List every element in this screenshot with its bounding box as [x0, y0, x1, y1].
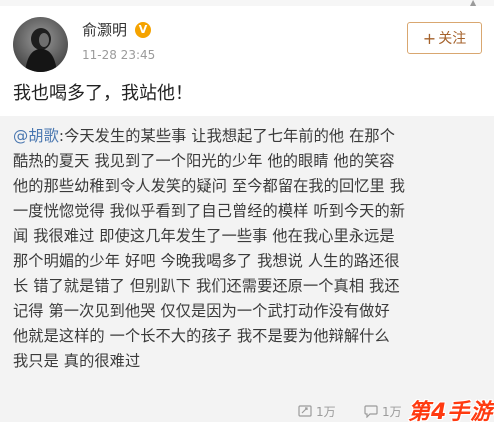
watermark-logo: 第4手游 [408, 400, 494, 425]
repost-count: 1万 [316, 405, 336, 419]
post-text: 我也喝多了，我站他！ [13, 83, 193, 104]
follow-button[interactable]: + 关注 [407, 22, 482, 54]
quoted-post-text: @胡歌:今天发生的某些事 让我想起了七年前的他 在那个 酷热的夏天 我见到了一个… [13, 124, 485, 374]
comment-icon [364, 405, 378, 418]
comment-count: 1万 [382, 405, 402, 419]
mention-link[interactable]: @胡歌 [13, 127, 59, 145]
verified-badge-icon: V [135, 22, 151, 38]
plus-icon: + [422, 28, 437, 48]
quoted-post-body: :今天发生的某些事 让我想起了七年前的他 在那个 酷热的夏天 我见到了一个阳光的… [13, 127, 406, 370]
avatar[interactable] [13, 17, 68, 72]
comment-action[interactable]: 1万 [364, 403, 402, 420]
menu-caret-icon[interactable]: ▲ [470, 0, 480, 7]
repost-action[interactable]: 1万 [298, 403, 336, 420]
quoted-post[interactable]: @胡歌:今天发生的某些事 让我想起了七年前的他 在那个 酷热的夏天 我见到了一个… [0, 116, 494, 422]
repost-icon [298, 405, 312, 417]
follow-button-label: 关注 [438, 31, 467, 47]
post-timestamp: 11-28 23:45 [82, 48, 156, 62]
avatar-image [13, 17, 68, 72]
author-name[interactable]: 俞灏明 [82, 20, 127, 40]
top-bar [0, 0, 494, 6]
